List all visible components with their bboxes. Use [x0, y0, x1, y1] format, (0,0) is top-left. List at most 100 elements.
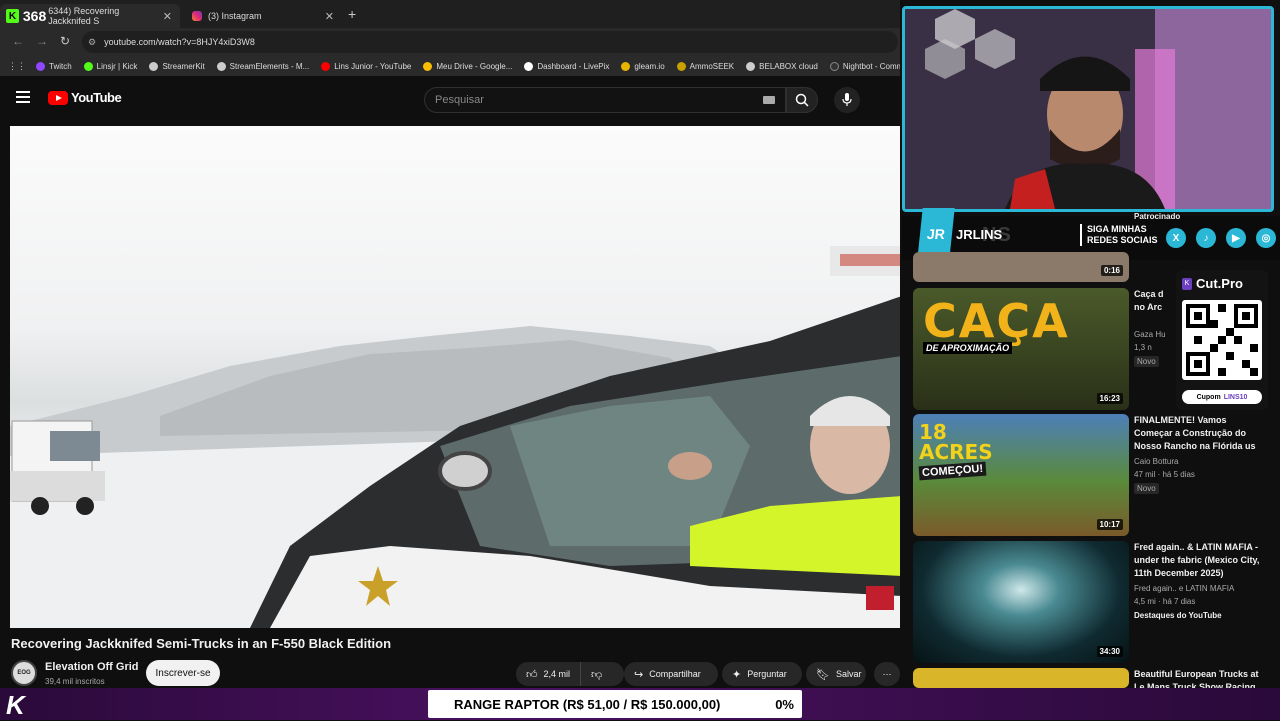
tab-label: 6344) Recovering Jackknifed S [48, 6, 120, 26]
save-label: Salvar [835, 669, 862, 679]
streamer-name: JRLINS [956, 227, 1003, 242]
sponsored-label: Patrocinado [1134, 212, 1181, 221]
sparkle-icon: ✦ [732, 668, 742, 681]
bookmark-label: gleam.io [634, 61, 665, 71]
search-input[interactable] [425, 88, 755, 112]
dislike-button[interactable]: 👎︎ [581, 662, 612, 686]
recommendation-title[interactable]: FINALMENTE! Vamos Começar a Construção d… [1134, 414, 1264, 453]
bookmark-item[interactable]: Meu Drive - Google... [423, 61, 513, 71]
bookmark-item[interactable]: Nightbot - Comm [829, 61, 900, 71]
recommendation-title[interactable]: Caça d no Arc [1134, 288, 1170, 314]
coupon-code: LINS10 [1223, 393, 1248, 401]
bookmark-item[interactable]: BELABOX cloud [746, 61, 818, 71]
bookmark-icon: 🔖︎ [816, 668, 830, 681]
close-icon[interactable]: ✕ [163, 10, 172, 23]
webcam-overlay [902, 6, 1274, 212]
video-frame [10, 246, 902, 628]
x-icon: X [1166, 228, 1186, 248]
menu-icon[interactable] [16, 91, 30, 103]
bookmark-icon [36, 61, 45, 71]
instagram-icon [192, 11, 202, 21]
new-tab-button[interactable]: + [348, 6, 356, 22]
site-info-icon[interactable]: ⚙ [88, 37, 96, 48]
bookmark-label: Twitch [49, 61, 72, 71]
apps-icon[interactable]: ⋮⋮ [8, 61, 26, 72]
bookmark-item[interactable]: Twitch [36, 61, 72, 71]
thumbnail-text: 18 ACRES [919, 420, 993, 464]
url-text: youtube.com/watch?v=8HJY4xiD3W8 [104, 37, 255, 47]
address-bar[interactable]: ⚙ youtube.com/watch?v=8HJY4xiD3W8 [82, 31, 898, 53]
bookmark-icon [621, 61, 631, 71]
youtube-logo[interactable]: YouTube [48, 90, 122, 105]
save-button[interactable]: 🔖︎ Salvar [806, 662, 866, 686]
bookmarks-bar: ⋮⋮ Twitch Linsjr | Kick StreamerKit Stre… [0, 56, 900, 76]
youtube-logo-text: YouTube [71, 90, 122, 105]
video-duration: 16:23 [1096, 393, 1123, 404]
cutpro-card: K Cut.Pro Cupom LINS10 [1176, 270, 1268, 410]
keyboard-icon[interactable] [763, 96, 775, 104]
recommendation-thumbnail[interactable] [913, 668, 1129, 688]
youtube-header: YouTube [0, 76, 900, 124]
webcam-feed [905, 9, 1271, 209]
recommendation-thumbnail[interactable]: 18 ACRES COMEÇOU! 10:17 [913, 414, 1129, 536]
channel-name[interactable]: Elevation Off Grid [45, 661, 139, 673]
recommendation-title[interactable]: Fred again.. & LATIN MAFIA - under the f… [1134, 541, 1264, 580]
address-row: ← → ↻ ⚙ youtube.com/watch?v=8HJY4xiD3W8 [0, 28, 900, 56]
cutpro-title: Cut.Pro [1196, 276, 1243, 291]
more-actions-button[interactable]: ⋯ [874, 662, 900, 686]
follow-text-line: REDES SOCIAIS [1087, 235, 1158, 245]
bookmark-icon [216, 61, 226, 71]
bookmark-icon [423, 61, 433, 71]
bookmark-item[interactable]: StreamElements - M... [216, 61, 309, 71]
like-button[interactable]: 👍︎ 2,4 mil [516, 662, 582, 686]
video-title: Recovering Jackknifed Semi-Trucks in an … [11, 636, 392, 651]
channel-watermark[interactable] [866, 586, 894, 610]
bookmark-label: Dashboard - LivePix [537, 61, 610, 71]
bookmark-item[interactable]: Linsjr | Kick [83, 61, 138, 71]
bookmark-label: StreamerKit [162, 61, 205, 71]
new-badge: Novo [1134, 483, 1159, 494]
tab-instagram[interactable]: (3) Instagram ✕ [186, 4, 342, 28]
bookmark-label: Meu Drive - Google... [436, 61, 513, 71]
recommendation-thumbnail[interactable]: 34:30 [913, 541, 1129, 663]
bookmark-icon [829, 61, 839, 71]
thumbnail-text: CAÇA [923, 294, 1070, 348]
donation-goal: RANGE RAPTOR (R$ 51,00 / R$ 150.000,00) … [428, 690, 802, 718]
subscribe-button[interactable]: Inscrever-se [146, 660, 220, 686]
bookmark-label: Linsjr | Kick [96, 61, 138, 71]
video-duration: 34:30 [1096, 646, 1123, 657]
reload-icon[interactable]: ↻ [60, 34, 70, 48]
forward-icon[interactable]: → [36, 34, 48, 48]
share-label: Compartilhar [649, 669, 701, 679]
video-duration: 0:16 [1100, 265, 1123, 276]
bookmark-icon [321, 61, 331, 71]
video-player[interactable] [10, 126, 902, 628]
close-icon[interactable]: ✕ [325, 10, 334, 23]
back-icon[interactable]: ← [12, 34, 24, 48]
share-button[interactable]: ↪ Compartilhar [624, 662, 718, 686]
search-button[interactable] [786, 87, 818, 113]
bookmark-item[interactable]: AmmoSEEK [676, 61, 735, 71]
recommendation-thumbnail[interactable]: CAÇA DE APROXIMAÇÃO 16:23 [913, 288, 1129, 410]
bookmark-label: AmmoSEEK [689, 61, 735, 71]
youtube-icon: ▶ [1226, 228, 1246, 248]
voice-search-button[interactable] [834, 87, 860, 113]
bookmark-icon [746, 61, 756, 71]
coupon-text: Cupom [1196, 393, 1221, 401]
recommendation-channel: Gaza Hu [1134, 330, 1166, 339]
ask-button[interactable]: ✦ Perguntar [722, 662, 802, 686]
follow-text: SIGA MINHAS REDES SOCIAIS [1080, 224, 1158, 246]
recommendation-title[interactable]: Beautiful European Trucks at Le Mans Tru… [1134, 668, 1264, 688]
recommendation-stats: 47 mil · há 5 dias [1134, 470, 1195, 479]
kick-icon: K [6, 9, 19, 23]
bookmark-item[interactable]: Lins Junior - YouTube [321, 61, 411, 71]
bookmark-item[interactable]: Dashboard - LivePix [524, 61, 610, 71]
like-count: 2,4 mil [543, 669, 571, 679]
recommendation-thumbnail[interactable]: 0:16 [913, 252, 1129, 282]
bookmark-item[interactable]: StreamerKit [149, 61, 205, 71]
channel-avatar[interactable]: EOG [11, 660, 37, 686]
tab-youtube[interactable]: K 368 6344) Recovering Jackknifed S ✕ [0, 4, 180, 28]
cutpro-icon: K [1182, 278, 1192, 290]
new-badge: Novo [1134, 356, 1159, 367]
bookmark-item[interactable]: gleam.io [621, 61, 665, 71]
